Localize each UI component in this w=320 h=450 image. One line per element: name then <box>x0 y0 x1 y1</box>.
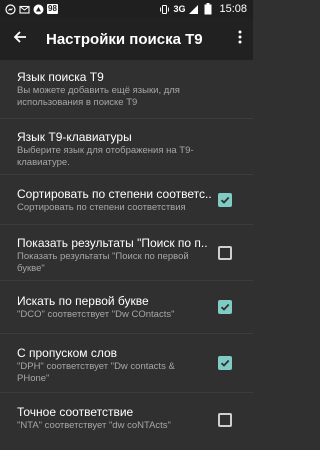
setting-subtitle: Выберите язык для отображения на Т9-клав… <box>17 145 194 168</box>
setting-search-language[interactable]: Язык поиска Т9 Вы можете добавить ещё яз… <box>0 60 253 119</box>
messenger-icon <box>5 3 16 15</box>
overflow-menu-button[interactable] <box>227 18 253 60</box>
overflow-menu-icon <box>238 30 242 49</box>
setting-subtitle: "DCO" соответствует "Dw COntacts" <box>17 309 175 320</box>
setting-keyboard-language[interactable]: Язык T9-клавиатуры Выберите язык для ото… <box>0 119 253 175</box>
setting-sort-by-relevance[interactable]: Сортировать по степени соответс.. Сортир… <box>0 175 253 225</box>
arrow-back-icon <box>13 30 27 49</box>
battery-icon <box>202 3 213 15</box>
setting-skip-words[interactable]: С пропуском слов "DPH" соответствует "Dw… <box>0 334 253 393</box>
checkbox-checked[interactable] <box>218 300 232 314</box>
checkbox-checked[interactable] <box>218 356 232 370</box>
setting-exact-match[interactable]: Точное соответствие "NTA" соответствует … <box>0 393 253 443</box>
setting-search-first-letter[interactable]: Искать по первой букве "DCO" соответству… <box>0 281 253 334</box>
setting-title: Искать по первой букве <box>17 294 149 308</box>
setting-subtitle: Показать результаты "Поиск по первой бук… <box>17 251 189 274</box>
clock: 15:08 <box>219 3 247 15</box>
status-right: 3G 15:08 <box>159 3 253 15</box>
network-type: 3G <box>173 4 186 14</box>
setting-title: Сортировать по степени соответс.. <box>17 187 212 201</box>
email-app-icon <box>33 4 44 15</box>
back-button[interactable] <box>2 18 38 60</box>
setting-subtitle: Вы можете добавить ещё языки, для исполь… <box>17 85 180 108</box>
setting-subtitle: "DPH" соответствует "Dw contacts & PHone… <box>17 361 175 384</box>
screen: 98 3G 15:08 Настройки поиска Т9 Язык пои… <box>0 0 253 450</box>
settings-list: Язык поиска Т9 Вы можете добавить ещё яз… <box>0 60 253 443</box>
setting-show-first-letter-results[interactable]: Показать результаты "Поиск по п.. Показа… <box>0 225 253 281</box>
status-left: 98 <box>0 3 58 15</box>
checkbox-unchecked[interactable] <box>218 245 232 260</box>
setting-title: Показать результаты "Поиск по п.. <box>17 236 208 250</box>
vibrate-icon <box>159 4 170 15</box>
app-bar: Настройки поиска Т9 <box>0 18 253 60</box>
setting-title: С пропуском слов <box>17 346 118 360</box>
setting-title: Язык поиска Т9 <box>17 70 104 84</box>
checkbox-checked[interactable] <box>218 192 232 207</box>
setting-subtitle: "NTA" соответствует "dw coNTActs" <box>17 420 171 431</box>
setting-title: Язык T9-клавиатуры <box>17 130 132 144</box>
signal-icon <box>188 4 199 15</box>
notification-badge: 98 <box>47 4 58 14</box>
setting-subtitle: Сортировать по степени соответствия <box>17 202 186 213</box>
checkbox-unchecked[interactable] <box>218 413 232 427</box>
status-bar: 98 3G 15:08 <box>0 0 253 18</box>
setting-title: Точное соответствие <box>17 405 134 419</box>
page-title: Настройки поиска Т9 <box>46 30 203 48</box>
mail-icon <box>19 4 30 15</box>
